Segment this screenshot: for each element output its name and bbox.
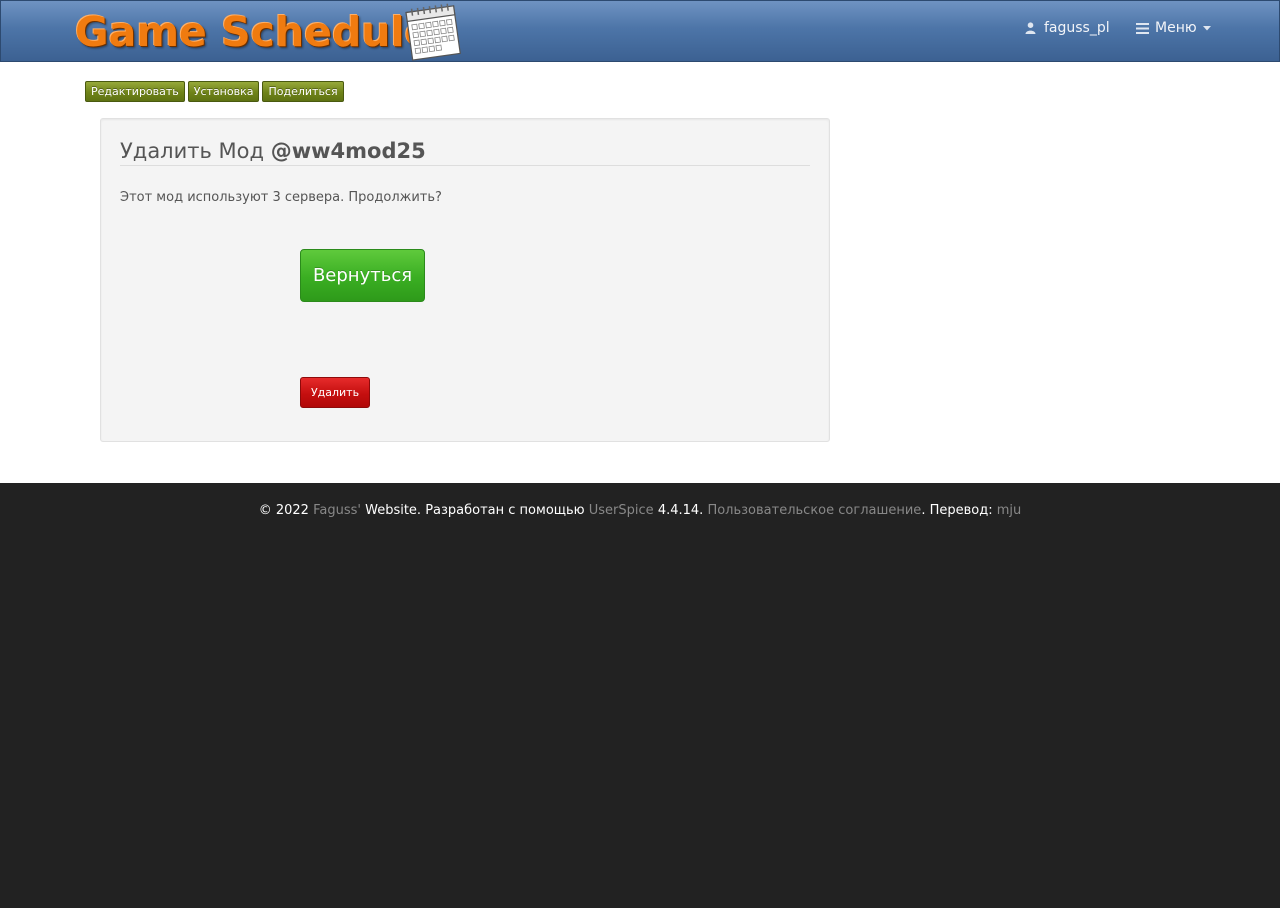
site-link[interactable]: Faguss' [313,503,361,518]
footer-text: © 2022 Faguss' Website. Разработан с пом… [0,503,1280,518]
back-button[interactable]: Вернуться [300,249,425,302]
delete-button[interactable]: Удалить [300,377,370,408]
userspice-link[interactable]: UserSpice [589,503,654,518]
confirmation-message: Этот мод используют 3 сервера. Продолжит… [120,190,442,205]
logo-text: Game Schedule [75,8,433,56]
main-menu-dropdown[interactable]: Меню [1136,20,1211,36]
share-button[interactable]: Поделиться [262,81,344,102]
page-title: Удалить Мод @ww4mod25 [120,139,810,166]
version-text: 4.4.14. [657,503,704,518]
user-dropdown[interactable]: faguss_pl [1025,20,1110,36]
page-footer: © 2022 Faguss' Website. Разработан с пом… [0,483,1280,908]
main-content: Редактировать Установка Поделиться Удали… [0,62,1280,483]
translator-link[interactable]: mju [997,503,1022,518]
edit-button[interactable]: Редактировать [85,81,185,102]
site-suffix: Website. Разработан с помощью [365,503,585,518]
install-button[interactable]: Установка [187,81,260,102]
translation-label: . Перевод: [921,503,993,518]
delete-mod-panel: Удалить Мод @ww4mod25 Этот мод использую… [100,118,830,442]
copyright: © 2022 [258,503,309,518]
caret-down-icon [1202,25,1211,30]
mod-name: @ww4mod25 [270,139,426,163]
bars-icon [1136,22,1149,34]
top-navbar: Game Schedule faguss_pl Меню [0,0,1280,62]
user-name: faguss_pl [1044,20,1110,36]
mod-toolbar: Редактировать Установка Поделиться [85,81,344,102]
calendar-icon [405,3,461,61]
terms-link[interactable]: Пользовательское соглашение [707,503,921,518]
title-prefix: Удалить Мод [120,139,265,163]
user-icon [1025,22,1036,34]
menu-label: Меню [1155,20,1197,36]
